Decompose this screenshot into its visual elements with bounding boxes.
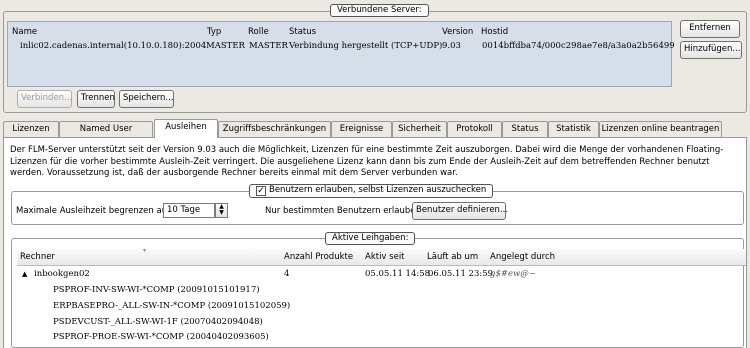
define-users-button[interactable]: Benutzer definieren... bbox=[412, 202, 508, 220]
only-users-label: Nur bestimmten Benutzern erlauben: bbox=[265, 206, 424, 216]
server-rolle: MASTER bbox=[249, 41, 288, 51]
column-header-typ[interactable]: Typ bbox=[207, 27, 221, 37]
active-loans-header: Rechner ▾ Anzahl Produkte Aktiv seit Läu… bbox=[17, 247, 746, 266]
server-version: 9.03 bbox=[442, 41, 461, 51]
loan-active-since: 05.05.11 14:58 bbox=[365, 269, 431, 279]
loan-machine-name: inbookgen02 bbox=[34, 269, 90, 279]
column-header-status[interactable]: Status bbox=[289, 27, 316, 37]
column-header-version[interactable]: Version bbox=[442, 27, 473, 37]
tab-named-user[interactable]: Named User bbox=[59, 121, 153, 137]
allow-checkout-label: Benutzern erlauben, selbst Lizenzen ausz… bbox=[269, 185, 487, 195]
loan-product-count: 4 bbox=[284, 269, 290, 279]
max-time-label: Maximale Ausleihzeit begrenzen auf: bbox=[16, 206, 173, 216]
disconnect-button[interactable]: Trennen bbox=[77, 90, 115, 108]
column-header-anzahl[interactable]: Anzahl Produkte bbox=[284, 252, 353, 262]
active-loans-legend: Aktive Leihgaben: bbox=[325, 232, 416, 245]
tab-status[interactable]: Status bbox=[502, 121, 548, 137]
column-header-aktiv-seit[interactable]: Aktiv seit bbox=[365, 252, 405, 262]
max-time-field[interactable]: 10 Tage bbox=[163, 203, 215, 218]
loan-product-row[interactable]: ERPBASEPRO-_ALL-SW-IN-*COMP (20091015102… bbox=[53, 298, 290, 314]
allow-checkout-legend[interactable]: ✓ Benutzern erlauben, selbst Lizenzen aus… bbox=[249, 184, 494, 198]
server-hostid: 0014bffdba74/000c298ae7e8/a3a0a2b56499 bbox=[482, 41, 675, 51]
tab-lizenzen-online[interactable]: Lizenzen online beantragen bbox=[599, 121, 722, 137]
connected-servers-legend: Verbundene Server: bbox=[330, 4, 429, 17]
save-button[interactable]: Speichern... bbox=[119, 90, 174, 108]
add-server-button[interactable]: Hinzufügen... bbox=[680, 41, 742, 59]
allow-checkout-checkbox[interactable]: ✓ bbox=[256, 186, 266, 196]
description-text: Der FLM-Server unterstützt seit der Vers… bbox=[10, 145, 724, 178]
loan-product-row[interactable]: PSPROF-INV-SW-WI-*COMP (20091015101917) bbox=[53, 282, 260, 298]
tab-lizenzen[interactable]: Lizenzen bbox=[3, 121, 59, 137]
server-list[interactable]: Name Typ Rolle Status Version Hostid inl… bbox=[7, 21, 675, 87]
connect-button[interactable]: Verbinden... bbox=[17, 90, 72, 108]
column-header-angelegt[interactable]: Angelegt durch bbox=[490, 252, 555, 262]
column-header-rolle[interactable]: Rolle bbox=[248, 27, 269, 37]
tab-statistik[interactable]: Statistik bbox=[548, 121, 599, 137]
tab-sicherheit[interactable]: Sicherheit bbox=[392, 121, 447, 137]
tab-protokoll[interactable]: Protokoll bbox=[447, 121, 502, 137]
tab-ereignisse[interactable]: Ereignisse bbox=[331, 121, 392, 137]
server-status: Verbindung hergestellt (TCP+UDP) bbox=[289, 41, 443, 51]
loan-expires: 06.05.11 23:59 bbox=[428, 269, 494, 279]
loan-machine-row[interactable]: ▲ inbookgen02 4 05.05.11 14:58 06.05.11 … bbox=[22, 266, 742, 282]
server-typ: MASTER bbox=[206, 41, 245, 51]
server-row[interactable]: inlic02.cadenas.internal(10.10.0.180):20… bbox=[9, 37, 675, 55]
column-header-hostid[interactable]: Hostid bbox=[481, 27, 508, 37]
column-header-laeuft-ab[interactable]: Läuft ab um bbox=[427, 252, 478, 262]
server-name: inlic02.cadenas.internal(10.10.0.180):20… bbox=[20, 41, 207, 51]
max-time-spinner[interactable]: ▲ ▼ bbox=[215, 203, 228, 218]
loan-product-row[interactable]: PSPROF-PROE-SW-WI-*COMP (20040402093605) bbox=[53, 329, 269, 345]
tab-zugriffsbeschraenkungen[interactable]: Zugriffsbeschränkungen bbox=[218, 121, 331, 137]
loan-product-row[interactable]: PSDEVCUST-_ALL-SW-WI-1F (20070402094048) bbox=[53, 314, 263, 330]
remove-server-button[interactable]: Entfernen bbox=[680, 20, 740, 38]
column-header-name[interactable]: Name bbox=[12, 27, 37, 37]
loan-created-by: g$#ew@~ bbox=[490, 269, 536, 279]
expand-collapse-icon[interactable]: ▲ bbox=[22, 266, 27, 282]
column-header-rechner[interactable]: Rechner bbox=[20, 252, 55, 262]
tab-ausleihen[interactable]: Ausleihen bbox=[154, 119, 218, 138]
spinner-down-icon[interactable]: ▼ bbox=[216, 210, 227, 216]
sort-indicator-icon: ▾ bbox=[143, 247, 147, 254]
